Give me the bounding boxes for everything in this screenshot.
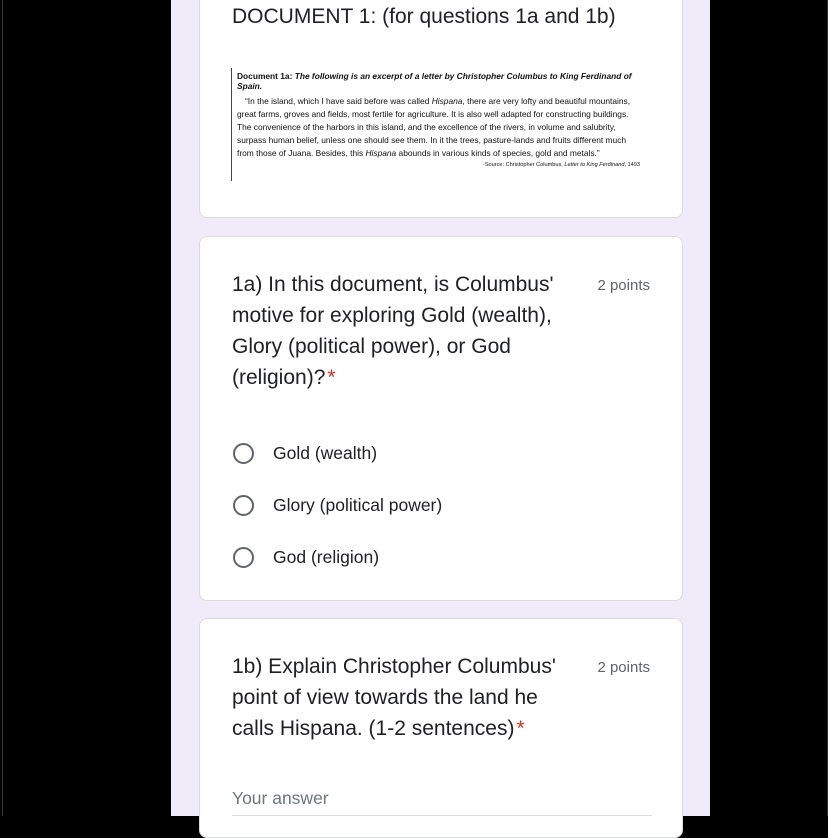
document-quote: “In the island, which I have said before…	[237, 95, 641, 160]
radio-option-god[interactable]: God (religion)	[232, 531, 442, 583]
radio-button[interactable]	[233, 494, 254, 516]
question-text: 1a) In this document, is Columbus' motiv…	[232, 273, 554, 389]
option-label: Gold (wealth)	[273, 442, 378, 463]
source-title: Letter to King Ferdinand	[564, 162, 625, 168]
radio-option-glory[interactable]: Glory (political power)	[232, 479, 442, 531]
radio-button[interactable]	[233, 546, 254, 568]
quote-text: “In the island, which I have said before…	[245, 96, 432, 106]
short-answer-input[interactable]	[232, 781, 652, 816]
document-section-card: DOCUMENT 1: (for questions 1a and 1b) Do…	[199, 0, 683, 218]
option-label: Glory (political power)	[273, 494, 443, 515]
document-heading: Document 1a: The following is an excerpt…	[237, 71, 639, 91]
document-image: Document 1a: The following is an excerpt…	[231, 68, 642, 181]
radio-button[interactable]	[233, 442, 254, 464]
document-source: -Source: Christopher Columbus, Letter to…	[483, 162, 640, 168]
question-1b-card: 1b) Explain Christopher Columbus' point …	[199, 618, 683, 838]
required-asterisk: *	[327, 366, 336, 389]
form-background: DOCUMENT 1: (for questions 1a and 1b) Do…	[171, 0, 710, 838]
points-label: 2 points	[597, 277, 650, 294]
option-label: God (religion)	[273, 546, 380, 567]
source-prefix: -Source: Christopher Columbus,	[482, 162, 565, 168]
quote-emphasis: Hispana	[365, 148, 397, 158]
required-asterisk: *	[516, 717, 525, 740]
radio-group: Gold (wealth) Glory (political power) Go…	[232, 427, 442, 583]
document-description: The following is an excerpt of a letter …	[237, 71, 632, 91]
document-label: Document 1a:	[237, 71, 293, 81]
quote-text: abounds in various kinds of species, gol…	[396, 148, 600, 158]
quote-emphasis: Hispana	[431, 96, 463, 106]
question-1a-card: 1a) In this document, is Columbus' motiv…	[199, 236, 683, 601]
question-title: 1a) In this document, is Columbus' motiv…	[232, 269, 572, 393]
section-title: DOCUMENT 1: (for questions 1a and 1b)	[232, 5, 616, 28]
points-label: 2 points	[597, 659, 650, 676]
screen-frame: DOCUMENT 1: (for questions 1a and 1b) Do…	[2, 0, 828, 838]
source-year: , 1493	[624, 162, 640, 168]
radio-option-gold[interactable]: Gold (wealth)	[232, 427, 442, 479]
question-text: 1b) Explain Christopher Columbus' point …	[232, 655, 556, 740]
question-title: 1b) Explain Christopher Columbus' point …	[232, 651, 572, 744]
